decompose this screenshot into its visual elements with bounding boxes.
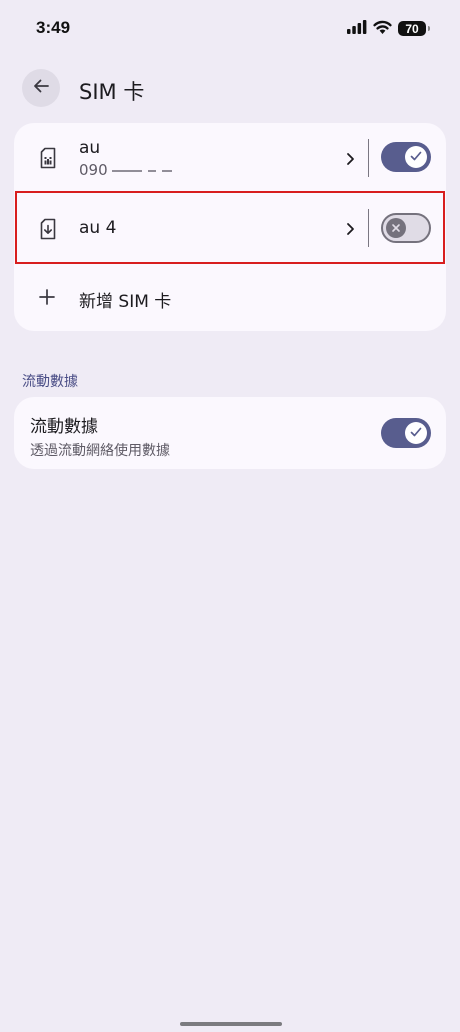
screen: 3:49 70 SIM 卡 au 090 au 4 新增 SIM 卡 流動數據 … [0, 0, 460, 1032]
sim-card-icon [39, 147, 57, 173]
back-button[interactable] [22, 69, 60, 107]
battery-level: 70 [405, 21, 419, 36]
status-icons: 70 [347, 19, 430, 38]
check-icon [409, 424, 423, 443]
highlight-box [15, 191, 445, 264]
plus-icon [39, 289, 55, 309]
status-bar: 3:49 70 [0, 0, 460, 56]
add-sim-label: 新增 SIM 卡 [79, 292, 172, 312]
add-sim-button[interactable]: 新增 SIM 卡 [14, 263, 446, 331]
sim-number-prefix: 090 [79, 161, 108, 179]
section-header-mobile-data: 流動數據 [22, 374, 78, 390]
status-time: 3:49 [36, 18, 71, 37]
sim-toggle-au[interactable] [381, 142, 431, 172]
signal-icon [347, 19, 367, 38]
toggle-knob [405, 422, 427, 444]
sim-number: 090 [79, 161, 173, 179]
wifi-icon [373, 19, 392, 38]
sim-name: au [79, 138, 101, 158]
divider [368, 139, 369, 177]
redacted-number [112, 170, 173, 172]
toggle-knob [405, 146, 427, 168]
mobile-data-toggle[interactable] [381, 418, 431, 448]
arrow-left-icon [32, 77, 50, 99]
chevron-right-icon [345, 151, 355, 170]
check-icon [409, 148, 423, 167]
page-title: SIM 卡 [79, 80, 145, 104]
gesture-nav-bar[interactable] [180, 1022, 282, 1026]
sim-item-au[interactable]: au 090 [14, 123, 446, 193]
mobile-data-title: 流動數據 [30, 417, 98, 437]
mobile-data-card[interactable]: 流動數據 透過流動網絡使用數據 [14, 397, 446, 469]
battery-icon: 70 [398, 21, 430, 36]
mobile-data-subtitle: 透過流動網絡使用數據 [30, 443, 170, 459]
